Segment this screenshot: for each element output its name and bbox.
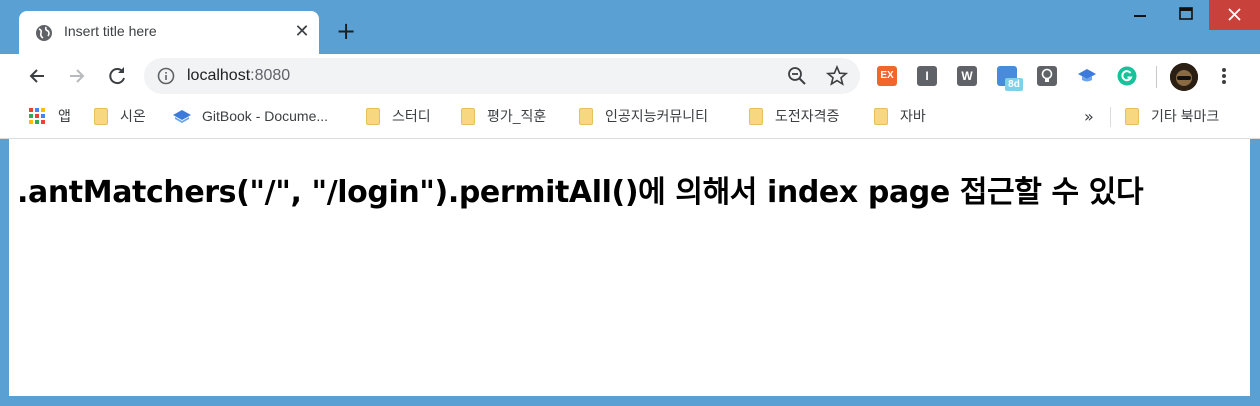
calendar-extension-badge: 8d [1005, 78, 1023, 91]
new-tab-button[interactable]: + [333, 18, 359, 44]
ex-extension-label: EX [880, 70, 894, 81]
ex-extension-icon[interactable]: EX [877, 66, 897, 86]
tab-close-icon[interactable]: ✕ [291, 21, 313, 43]
url-host: localhost [187, 67, 251, 84]
profile-avatar[interactable] [1170, 63, 1198, 91]
bookmark-folder[interactable]: 스터디 [366, 98, 431, 134]
bookmarks-bar: 앱 시온 GitBook - Docume... 스터디 평가_직훈 인공지능커… [0, 98, 1260, 139]
minimize-button[interactable] [1117, 0, 1163, 30]
bookmark-label: 앱 [58, 108, 71, 124]
folder-icon [1125, 107, 1139, 125]
forward-arrow-icon[interactable] [62, 61, 92, 91]
info-icon[interactable] [157, 67, 175, 85]
close-icon [1228, 8, 1241, 21]
back-arrow-icon[interactable] [22, 61, 52, 91]
bookmark-label: 평가_직훈 [487, 108, 547, 124]
folder-icon [461, 107, 475, 125]
calendar-extension-icon[interactable]: 8d [997, 66, 1023, 91]
apps-grid-icon [29, 108, 45, 124]
bulb-extension-icon[interactable] [1037, 66, 1057, 86]
bookmark-label: 도전자격증 [775, 108, 840, 124]
bookmark-apps[interactable]: 앱 [28, 98, 71, 134]
minimize-icon [1134, 15, 1146, 17]
avatar-image [1170, 63, 1198, 91]
maximize-icon [1179, 7, 1193, 20]
i-extension-icon[interactable]: I [917, 66, 937, 86]
tab-strip: Insert title here ✕ + [0, 0, 1260, 54]
bookmark-folder[interactable]: 시온 [94, 98, 146, 134]
bookmark-star-icon[interactable] [826, 65, 848, 87]
reload-icon[interactable] [102, 61, 132, 91]
url-text[interactable]: localhost:8080 [187, 67, 290, 85]
bookmark-label: 시온 [120, 108, 146, 124]
folder-icon [366, 107, 380, 125]
bookmark-label: 스터디 [392, 108, 431, 124]
gitbook-icon [173, 110, 191, 123]
w-extension-icon[interactable]: W [957, 66, 977, 86]
globe-icon [36, 25, 52, 41]
bookmark-folder[interactable]: 인공지능커뮤니티 [579, 98, 708, 134]
maximize-button[interactable] [1163, 0, 1209, 30]
bookmark-gitbook[interactable]: GitBook - Docume... [172, 98, 328, 134]
bookmark-other-folder[interactable]: 기타 북마크 [1125, 98, 1219, 134]
bookmarks-separator [1110, 107, 1111, 127]
bookmark-label: 자바 [900, 108, 926, 124]
folder-icon [874, 107, 888, 125]
window-close-button[interactable] [1209, 0, 1260, 30]
bookmark-folder[interactable]: 자바 [874, 98, 926, 134]
bookmark-label: 인공지능커뮤니티 [605, 108, 709, 124]
page-heading: .antMatchers("/", "/login").permitAll()에… [17, 175, 1144, 210]
page-content: .antMatchers("/", "/login").permitAll()에… [9, 139, 1250, 396]
graduation-cap-icon[interactable] [1077, 66, 1097, 86]
kebab-menu-icon[interactable] [1214, 65, 1234, 87]
tab-active[interactable]: Insert title here ✕ [19, 11, 319, 54]
browser-window: Insert title here ✕ + localhost:8080 EX … [0, 0, 1260, 406]
bookmark-label: 기타 북마크 [1151, 108, 1220, 124]
address-bar[interactable]: localhost:8080 [144, 58, 860, 94]
w-extension-label: W [961, 69, 973, 83]
bookmark-folder[interactable]: 평가_직훈 [461, 98, 546, 134]
tab-title: Insert title here [64, 23, 157, 39]
bookmark-folder[interactable]: 도전자격증 [749, 98, 839, 134]
folder-icon [579, 107, 593, 125]
url-port: :8080 [250, 67, 291, 84]
i-extension-label: I [925, 69, 929, 83]
toolbar-divider [1156, 66, 1157, 88]
toolbar: localhost:8080 EX I W 8d [0, 54, 1260, 98]
grammarly-icon[interactable] [1117, 66, 1137, 86]
folder-icon [94, 107, 108, 125]
more-bookmarks-chevron-icon[interactable]: » [1084, 107, 1094, 126]
folder-icon [749, 107, 763, 125]
zoom-out-icon[interactable] [787, 66, 807, 86]
bookmark-label: GitBook - Docume... [202, 108, 329, 124]
